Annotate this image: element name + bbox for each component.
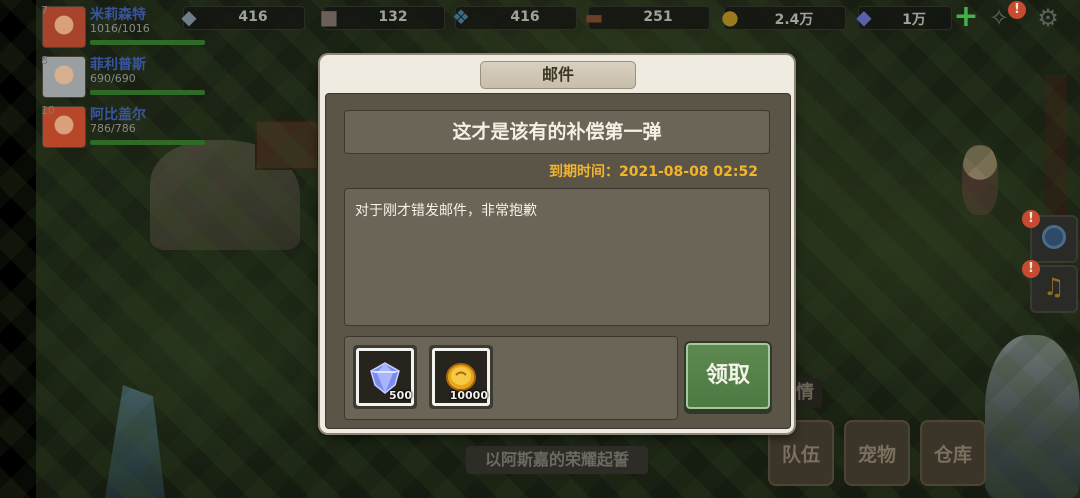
expire-label: 到期时间： [549, 164, 619, 180]
avatar [42, 56, 86, 98]
diamond-icon: ◆ [856, 5, 872, 29]
hp-bar [90, 90, 205, 95]
expire-value: 2021-08-08 02:52 [619, 164, 758, 180]
stone-icon: ◆ [181, 5, 197, 29]
crystal-pillar-scenery [105, 385, 165, 498]
mail-subject: 这才是该有的补偿第一弹 [344, 110, 770, 154]
npc-character [962, 145, 998, 215]
crystal-icon: ❖ [452, 5, 470, 29]
crate-scenery [255, 120, 319, 170]
resource-wood: ▬ 251 [585, 5, 710, 30]
party-member[interactable]: 10 阿比盖尔 786/786 [38, 104, 205, 150]
alert-badge: ! [1008, 1, 1026, 19]
iron-icon: ■ [319, 5, 339, 29]
resource-crystal: ❖ 416 [452, 5, 577, 30]
dialog-title: 邮件 [480, 61, 636, 89]
add-currency-button[interactable]: + [953, 2, 979, 32]
hp-bar [90, 140, 205, 145]
hp-bar [90, 40, 205, 45]
attachment-item[interactable]: 500 [353, 345, 417, 409]
mail-body-box: 对于刚才错发邮件，非常抱歉 [344, 188, 770, 326]
party-member[interactable]: 7 米莉森特 1016/1016 [38, 4, 205, 50]
pets-button[interactable]: 宠物 [844, 420, 910, 486]
resource-diamond: ◆ 1万 [856, 5, 952, 30]
attachments-box: 500 10000 [344, 336, 678, 420]
settings-gear-icon[interactable]: ⚙ [1034, 4, 1062, 32]
claim-button[interactable]: 领取 [684, 341, 772, 411]
gold-coin-icon: ● [721, 5, 739, 29]
wood-icon: ▬ [584, 5, 604, 29]
alert-badge: ! [1022, 260, 1040, 278]
screen-edge [0, 0, 36, 498]
party-member[interactable]: 8 菲利普斯 690/690 [38, 54, 205, 100]
item-count: 500 [389, 389, 412, 402]
attachment-item[interactable]: 10000 [429, 345, 493, 409]
tent-scenery [150, 140, 300, 250]
alert-badge: ! [1022, 210, 1040, 228]
mail-dialog: 邮件 这才是该有的补偿第一弹 到期时间：2021-08-08 02:52 对于刚… [320, 55, 794, 433]
expire-time: 到期时间：2021-08-08 02:52 [549, 161, 758, 181]
item-count: 10000 [449, 389, 488, 402]
warehouse-button[interactable]: 仓库 [920, 420, 986, 486]
medal-icon [1042, 225, 1066, 249]
hp-bar-fill [90, 140, 205, 145]
npc-character [985, 335, 1080, 498]
hp-bar-fill [90, 40, 205, 45]
oath-banner: 以阿斯嘉的荣耀起誓 [466, 446, 648, 474]
resource-iron: ■ 132 [320, 5, 445, 30]
bell-icon: ♫ [1043, 273, 1065, 301]
mail-body-text: 对于刚才错发邮件，非常抱歉 [355, 203, 537, 219]
avatar [42, 6, 86, 48]
resource-stone: ◆ 416 [181, 5, 305, 30]
wooden-post-scenery [1045, 75, 1067, 215]
hp-bar-fill [90, 90, 205, 95]
resource-gold: ● 2.4万 [721, 5, 846, 30]
